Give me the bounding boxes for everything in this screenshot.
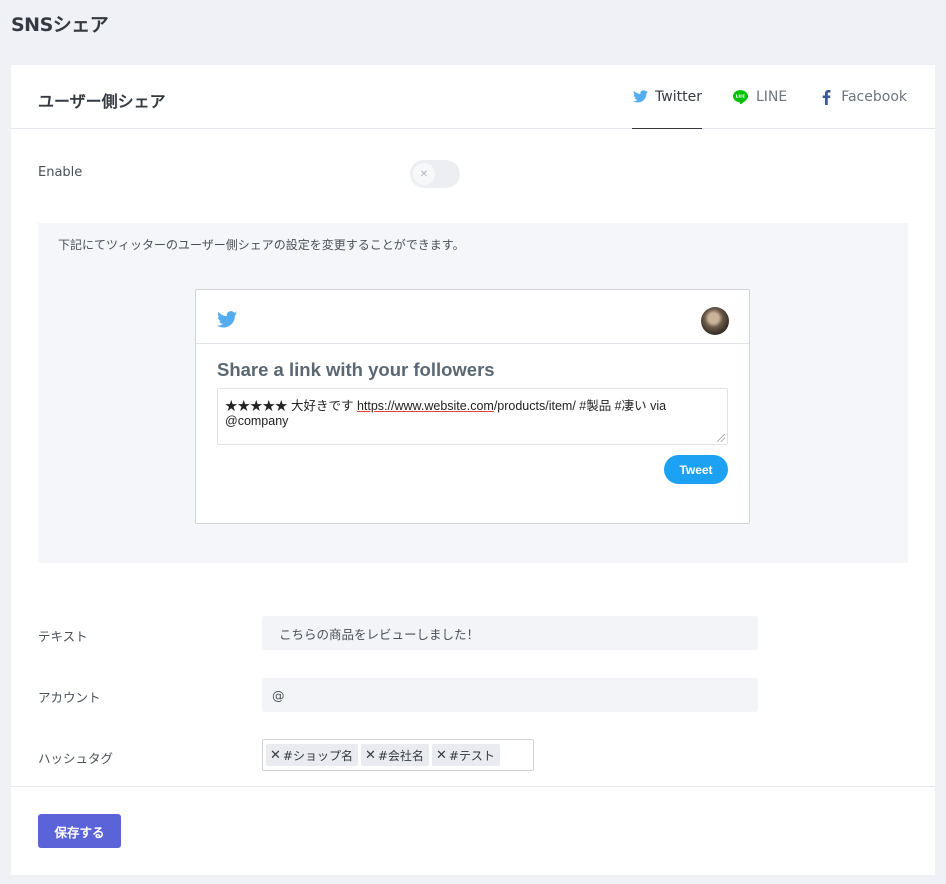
footer-divider (11, 786, 935, 787)
remove-tag-icon[interactable]: ✕ (270, 748, 281, 763)
remove-tag-icon[interactable]: ✕ (436, 748, 447, 763)
save-button[interactable]: 保存する (38, 814, 121, 848)
card-title: ユーザー側シェア (38, 92, 166, 111)
tab-line[interactable]: LINE (733, 65, 787, 129)
card-header: ユーザー側シェア Twitter LINE Facebook (11, 65, 935, 129)
line-icon (733, 89, 749, 105)
tab-twitter[interactable]: Twitter (632, 65, 702, 129)
enable-label: Enable (38, 165, 83, 180)
close-icon: ✕ (419, 168, 429, 180)
hashtag-tag: ✕ #会社名 (360, 744, 429, 766)
tweet-preview-header (196, 290, 749, 344)
facebook-icon (818, 89, 834, 105)
tweet-text-link: https://www.website.com (356, 399, 494, 413)
hashtag-tag: ✕ #テスト (431, 744, 500, 766)
account-input[interactable]: @ (262, 678, 758, 712)
preview-panel: 下記にてツィッターのユーザー側シェアの設定を変更することができます。 Share… (38, 223, 908, 563)
hashtag-tag: ✕ #ショップ名 (266, 744, 358, 766)
hashtag-label: ハッシュタグ (38, 751, 114, 766)
text-label: テキスト (38, 629, 88, 644)
info-text: 下記にてツィッターのユーザー側シェアの設定を変更することができます。 (58, 238, 465, 252)
tweet-preview-heading: Share a link with your followers (217, 359, 495, 380)
enable-toggle[interactable]: ✕ (410, 160, 460, 188)
twitter-icon (632, 89, 648, 105)
sns-tabs: Twitter LINE Facebook (601, 65, 907, 129)
tweet-textarea[interactable]: ★★★★★ 大好きです https://www.website.com/prod… (217, 388, 728, 445)
hashtag-tag-label: #ショップ名 (282, 748, 353, 763)
hashtag-tag-label: #テスト (448, 748, 495, 763)
avatar (701, 307, 729, 335)
tweet-text-prefix: ★★★★★ 大好きです (225, 399, 357, 413)
resize-handle[interactable] (717, 434, 725, 442)
tab-twitter-label: Twitter (655, 88, 702, 105)
hashtag-tag-label: #会社名 (377, 748, 424, 763)
tab-line-label: LINE (755, 89, 788, 105)
tab-facebook[interactable]: Facebook (818, 65, 907, 129)
page-title: SNSシェア (11, 14, 109, 36)
twitter-bird-icon (217, 311, 237, 332)
hashtag-input[interactable]: ✕ #ショップ名 ✕ #会社名 ✕ #テスト (262, 739, 534, 771)
text-input[interactable]: こちらの商品をレビューしました！ (262, 616, 758, 650)
tab-facebook-label: Facebook (841, 89, 907, 105)
share-settings-card: ユーザー側シェア Twitter LINE Facebook Enable ✕ … (11, 65, 935, 875)
toggle-knob: ✕ (413, 163, 435, 185)
tweet-preview-card: Share a link with your followers ★★★★★ 大… (195, 289, 750, 524)
remove-tag-icon[interactable]: ✕ (365, 748, 376, 763)
account-label: アカウント (38, 690, 101, 705)
tweet-button[interactable]: Tweet (664, 455, 728, 484)
